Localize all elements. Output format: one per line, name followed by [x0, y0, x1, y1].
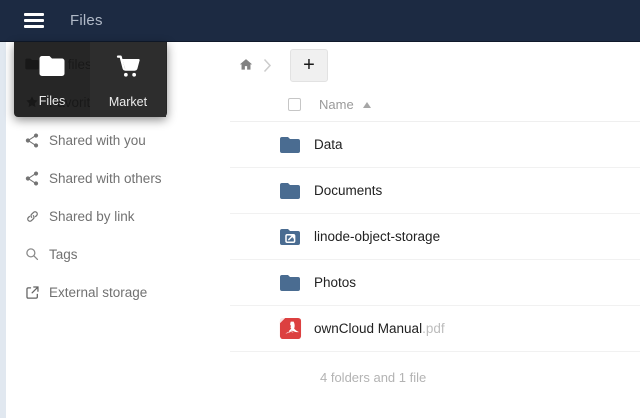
new-file-button[interactable]: +: [290, 49, 328, 82]
pdf-file-icon: [278, 317, 302, 341]
external-folder-icon: [278, 225, 302, 249]
sidebar-item-label: External storage: [49, 285, 147, 300]
folder-icon: [278, 271, 302, 295]
external-link-icon: [22, 282, 42, 302]
file-row-data[interactable]: Data: [230, 122, 640, 168]
folder-icon: [278, 179, 302, 203]
sidebar-item-external-storage[interactable]: External storage: [6, 273, 230, 311]
file-list-header: Name: [230, 88, 640, 122]
chevron-right-icon: [263, 58, 272, 73]
shopping-cart-icon: [112, 50, 144, 87]
app-menu-dropdown: Files Market: [14, 42, 167, 117]
sidebar-item-label: Tags: [49, 247, 78, 262]
app-menu-toggle-icon[interactable]: [24, 10, 44, 31]
folder-icon: [278, 133, 302, 157]
sidebar-item-shared-by-link[interactable]: Shared by link: [6, 197, 230, 235]
top-navbar: Files: [0, 0, 640, 42]
magnifier-icon: [22, 244, 42, 264]
sidebar-item-shared-with-you[interactable]: Shared with you: [6, 121, 230, 159]
sidebar-item-tags[interactable]: Tags: [6, 235, 230, 273]
file-name[interactable]: Data: [314, 137, 343, 152]
file-name[interactable]: Documents: [314, 183, 382, 198]
breadcrumb-bar: +: [230, 42, 640, 88]
file-name[interactable]: ownCloud Manual.pdf: [314, 321, 445, 336]
file-row-linode-object-storage[interactable]: linode-object-storage: [230, 214, 640, 260]
name-column-header[interactable]: Name: [319, 97, 354, 112]
owncloud-files-app: Files All files Favorites Shared with yo…: [0, 0, 640, 418]
folder-icon: [37, 51, 67, 86]
sidebar-item-label: Shared by link: [49, 209, 135, 224]
sidebar-item-label: Shared with you: [49, 133, 146, 148]
file-row-photos[interactable]: Photos: [230, 260, 640, 306]
share-icon: [22, 130, 42, 150]
file-row-documents[interactable]: Documents: [230, 168, 640, 214]
sidebar-item-label: Shared with others: [49, 171, 162, 186]
file-base-name: ownCloud Manual: [314, 321, 422, 336]
file-list-summary: 4 folders and 1 file: [230, 352, 640, 402]
app-menu-item-market[interactable]: Market: [90, 42, 166, 117]
share-icon: [22, 168, 42, 188]
file-row-owncloud-manual[interactable]: ownCloud Manual.pdf: [230, 306, 640, 352]
link-icon: [22, 206, 42, 226]
file-extension: .pdf: [422, 321, 445, 336]
home-icon[interactable]: [238, 57, 254, 73]
file-name[interactable]: Photos: [314, 275, 356, 290]
file-name[interactable]: linode-object-storage: [314, 229, 440, 244]
sidebar-item-shared-with-others[interactable]: Shared with others: [6, 159, 230, 197]
select-all-checkbox[interactable]: [288, 98, 301, 111]
files-panel: + Name Data Documents linode-object-stor…: [230, 42, 640, 418]
app-title: Files: [70, 12, 103, 29]
app-menu-item-label: Market: [109, 95, 147, 109]
app-menu-item-files[interactable]: Files: [14, 42, 90, 117]
sort-ascending-icon: [363, 102, 371, 108]
app-menu-item-label: Files: [39, 94, 65, 108]
